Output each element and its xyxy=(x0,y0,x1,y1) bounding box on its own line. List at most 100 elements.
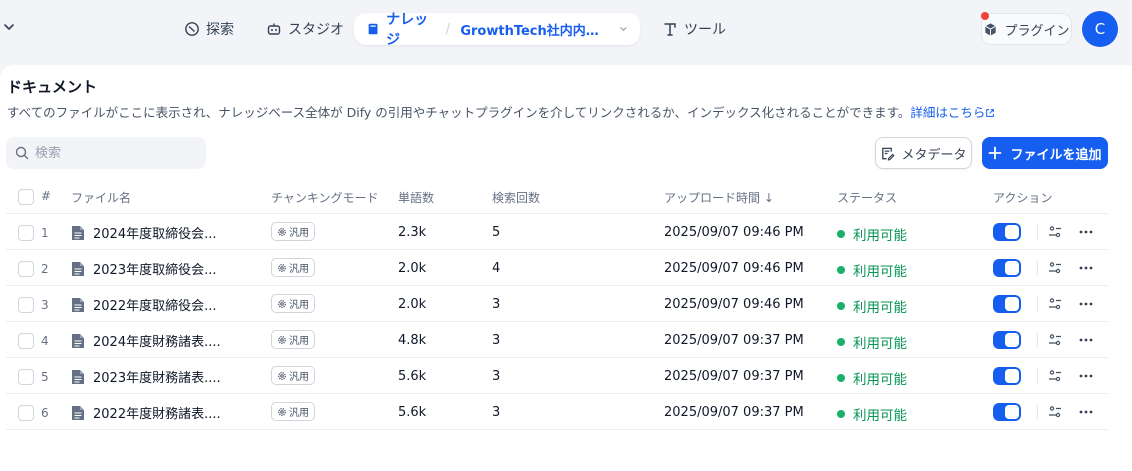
more-icon[interactable] xyxy=(1078,224,1094,240)
status-badge: 利用可能 xyxy=(837,224,907,244)
add-file-button[interactable]: ファイルを追加 xyxy=(982,137,1108,169)
book-icon xyxy=(368,23,378,35)
row-num: 6 xyxy=(41,406,49,420)
search-box[interactable] xyxy=(6,137,206,169)
upload-time: 2025/09/07 09:46 PM xyxy=(664,297,804,312)
chevron-down-icon[interactable] xyxy=(619,24,628,34)
file-name-cell[interactable]: 2022年度財務諸表.... xyxy=(71,403,221,422)
settings-sliders-icon[interactable] xyxy=(1047,296,1063,312)
mode-tag: 汎用 xyxy=(271,258,315,277)
row-checkbox[interactable] xyxy=(18,333,34,349)
status-label: 利用可能 xyxy=(853,408,907,424)
more-icon[interactable] xyxy=(1078,332,1094,348)
document-icon xyxy=(72,405,84,420)
row-actions xyxy=(993,367,1094,385)
row-checkbox[interactable] xyxy=(18,369,34,385)
breadcrumb-separator: / xyxy=(445,21,451,37)
nav-explore[interactable]: 探索 xyxy=(174,13,244,45)
row-num: 2 xyxy=(41,262,49,276)
status-dot xyxy=(837,410,845,418)
settings-sliders-icon[interactable] xyxy=(1047,332,1063,348)
status-badge: 利用可能 xyxy=(837,404,907,424)
table-row[interactable]: 5 2023年度財務諸表.... 汎用 5.6k 3 2025/09/07 09… xyxy=(6,358,1108,394)
file-name-cell[interactable]: 2023年度財務諸表.... xyxy=(71,367,221,386)
settings-sliders-icon[interactable] xyxy=(1047,368,1063,384)
row-checkbox[interactable] xyxy=(18,297,34,313)
table-row[interactable]: 3 2022年度取締役会... 汎用 2.0k 3 2025/09/07 09:… xyxy=(6,286,1108,322)
document-icon xyxy=(72,333,84,348)
select-all-checkbox[interactable] xyxy=(18,189,34,205)
settings-sliders-icon[interactable] xyxy=(1047,404,1063,420)
file-name-cell[interactable]: 2022年度取締役会... xyxy=(71,295,216,314)
word-count: 5.6k xyxy=(398,405,427,420)
nav-knowledge[interactable]: ナレッジ / GrowthTech社内内部情... xyxy=(354,12,640,48)
chevron-down-icon[interactable] xyxy=(2,20,16,34)
header-status: ステータス xyxy=(837,191,898,205)
upload-time: 2025/09/07 09:46 PM xyxy=(664,225,804,240)
table-row[interactable]: 2 2023年度取締役会... 汎用 2.0k 4 2025/09/07 09:… xyxy=(6,250,1108,286)
search-input[interactable] xyxy=(35,145,195,161)
row-num: 1 xyxy=(41,226,49,240)
row-checkbox[interactable] xyxy=(18,225,34,241)
page-title: ドキュメント xyxy=(7,78,98,96)
nav-studio[interactable]: スタジオ xyxy=(256,13,354,45)
avatar[interactable]: C xyxy=(1082,11,1118,47)
more-icon[interactable] xyxy=(1078,260,1094,276)
table-row[interactable]: 4 2024年度財務諸表.... 汎用 4.8k 3 2025/09/07 09… xyxy=(6,322,1108,358)
mode-label: 汎用 xyxy=(289,264,309,275)
enable-toggle[interactable] xyxy=(993,295,1021,313)
metadata-button[interactable]: メタデータ xyxy=(875,137,972,169)
enable-toggle[interactable] xyxy=(993,367,1021,385)
settings-sliders-icon[interactable] xyxy=(1047,224,1063,240)
gear-icon xyxy=(278,371,286,380)
file-name-cell[interactable]: 2024年度取締役会... xyxy=(71,223,216,242)
dataset-selector[interactable]: GrowthTech社内内部情... xyxy=(460,20,607,39)
mode-label: 汎用 xyxy=(289,300,309,311)
row-checkbox[interactable] xyxy=(18,261,34,277)
chunking-mode: 汎用 xyxy=(271,402,315,421)
more-icon[interactable] xyxy=(1078,296,1094,312)
settings-sliders-icon[interactable] xyxy=(1047,260,1063,276)
row-actions xyxy=(993,223,1094,241)
enable-toggle[interactable] xyxy=(993,223,1021,241)
gear-icon xyxy=(278,299,286,308)
mode-tag: 汎用 xyxy=(271,366,315,385)
file-name: 2024年度取締役会... xyxy=(93,227,217,242)
table-row[interactable]: 1 2024年度取締役会... 汎用 2.3k 5 2025/09/07 09:… xyxy=(6,214,1108,250)
details-link[interactable]: 詳細はこちら xyxy=(910,105,995,120)
mode-label: 汎用 xyxy=(289,372,309,383)
more-icon[interactable] xyxy=(1078,368,1094,384)
enable-toggle[interactable] xyxy=(993,259,1021,277)
row-actions xyxy=(993,403,1094,421)
table-row[interactable]: 6 2022年度財務諸表.... 汎用 5.6k 3 2025/09/07 09… xyxy=(6,394,1108,430)
action-divider xyxy=(1037,297,1038,311)
plugins-button[interactable]: プラグイン xyxy=(981,13,1072,45)
status-badge: 利用可能 xyxy=(837,368,907,388)
hit-count: 3 xyxy=(492,297,501,312)
nav-tools[interactable]: ツール xyxy=(652,13,736,45)
cube-icon xyxy=(985,22,997,36)
header-uploaded[interactable]: アップロード時間 ↓ xyxy=(664,189,774,206)
file-name: 2022年度取締役会... xyxy=(93,299,217,314)
header-num: # xyxy=(41,189,52,203)
metadata-button-label: メタデータ xyxy=(901,147,967,163)
row-num: 5 xyxy=(41,370,49,384)
status-dot xyxy=(837,338,845,346)
enable-toggle[interactable] xyxy=(993,403,1021,421)
more-icon[interactable] xyxy=(1078,404,1094,420)
page-description: すべてのファイルがここに表示され、ナレッジベース全体が Dify の引用やチャッ… xyxy=(7,102,995,121)
external-link-icon xyxy=(986,109,995,117)
table-body: 1 2024年度取締役会... 汎用 2.3k 5 2025/09/07 09:… xyxy=(6,214,1108,430)
chunking-mode: 汎用 xyxy=(271,222,315,241)
mode-tag: 汎用 xyxy=(271,222,315,241)
header-action: アクション xyxy=(993,191,1053,205)
status-label: 利用可能 xyxy=(853,372,907,388)
mode-tag: 汎用 xyxy=(271,294,315,313)
file-name-cell[interactable]: 2024年度財務諸表.... xyxy=(71,331,221,350)
row-checkbox[interactable] xyxy=(18,405,34,421)
row-num: 3 xyxy=(41,298,49,312)
status-badge: 利用可能 xyxy=(837,260,907,280)
enable-toggle[interactable] xyxy=(993,331,1021,349)
file-name-cell[interactable]: 2023年度取締役会... xyxy=(71,259,216,278)
hit-count: 5 xyxy=(492,225,501,240)
